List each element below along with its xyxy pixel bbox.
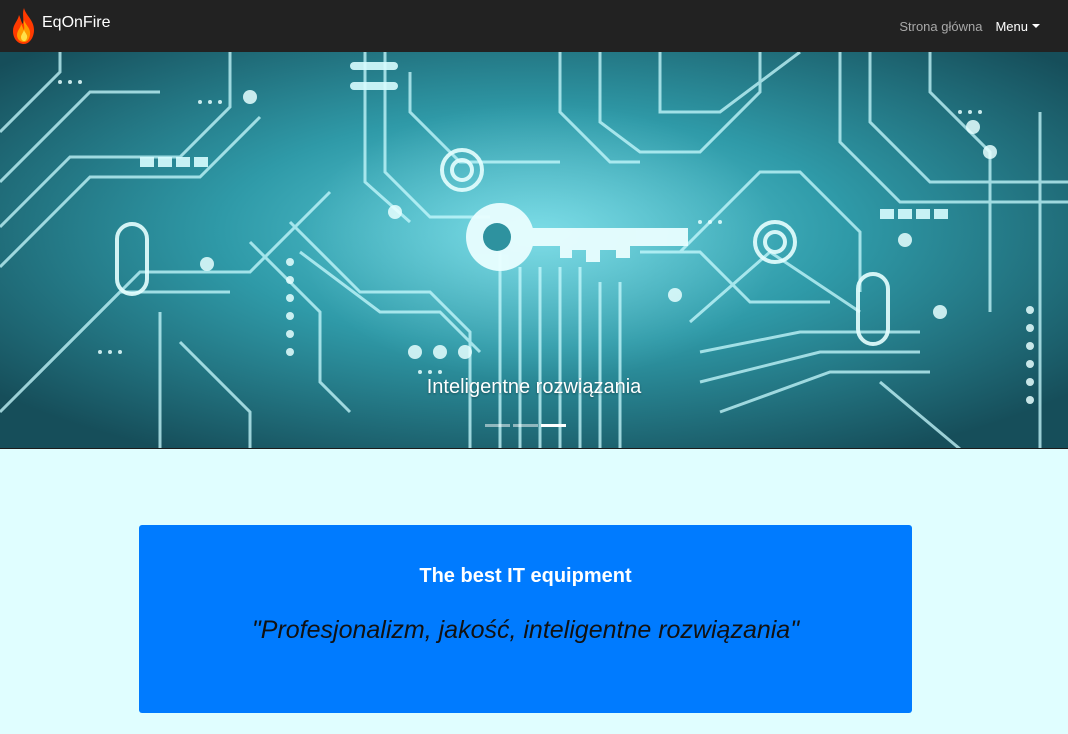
brand-link[interactable]: EqOnFire [10, 6, 110, 46]
intro-card: The best IT equipment "Profesjonalizm, j… [139, 525, 912, 713]
nav-links: Strona główna Menu [899, 19, 1040, 34]
carousel-indicators [485, 424, 566, 427]
carousel-caption: Inteligentne rozwiązania [426, 376, 642, 398]
nav-menu-label: Menu [995, 18, 1028, 34]
caret-down-icon [1032, 24, 1040, 28]
card-title: The best IT equipment [419, 565, 632, 587]
card-quote: "Profesjonalizm, jakość, inteligentne ro… [251, 616, 800, 644]
navbar: EqOnFire Strona główna Menu [0, 0, 1068, 52]
nav-menu-dropdown[interactable]: Menu [995, 19, 1040, 34]
carousel-indicator-3[interactable] [541, 424, 566, 427]
nav-home-link[interactable]: Strona główna [899, 19, 982, 34]
carousel-indicator-2[interactable] [513, 424, 538, 427]
hero-carousel: Inteligentne rozwiązania [0, 52, 1068, 449]
carousel-indicator-1[interactable] [485, 424, 510, 427]
brand-name: EqOnFire [42, 14, 111, 31]
flame-icon [10, 6, 38, 46]
